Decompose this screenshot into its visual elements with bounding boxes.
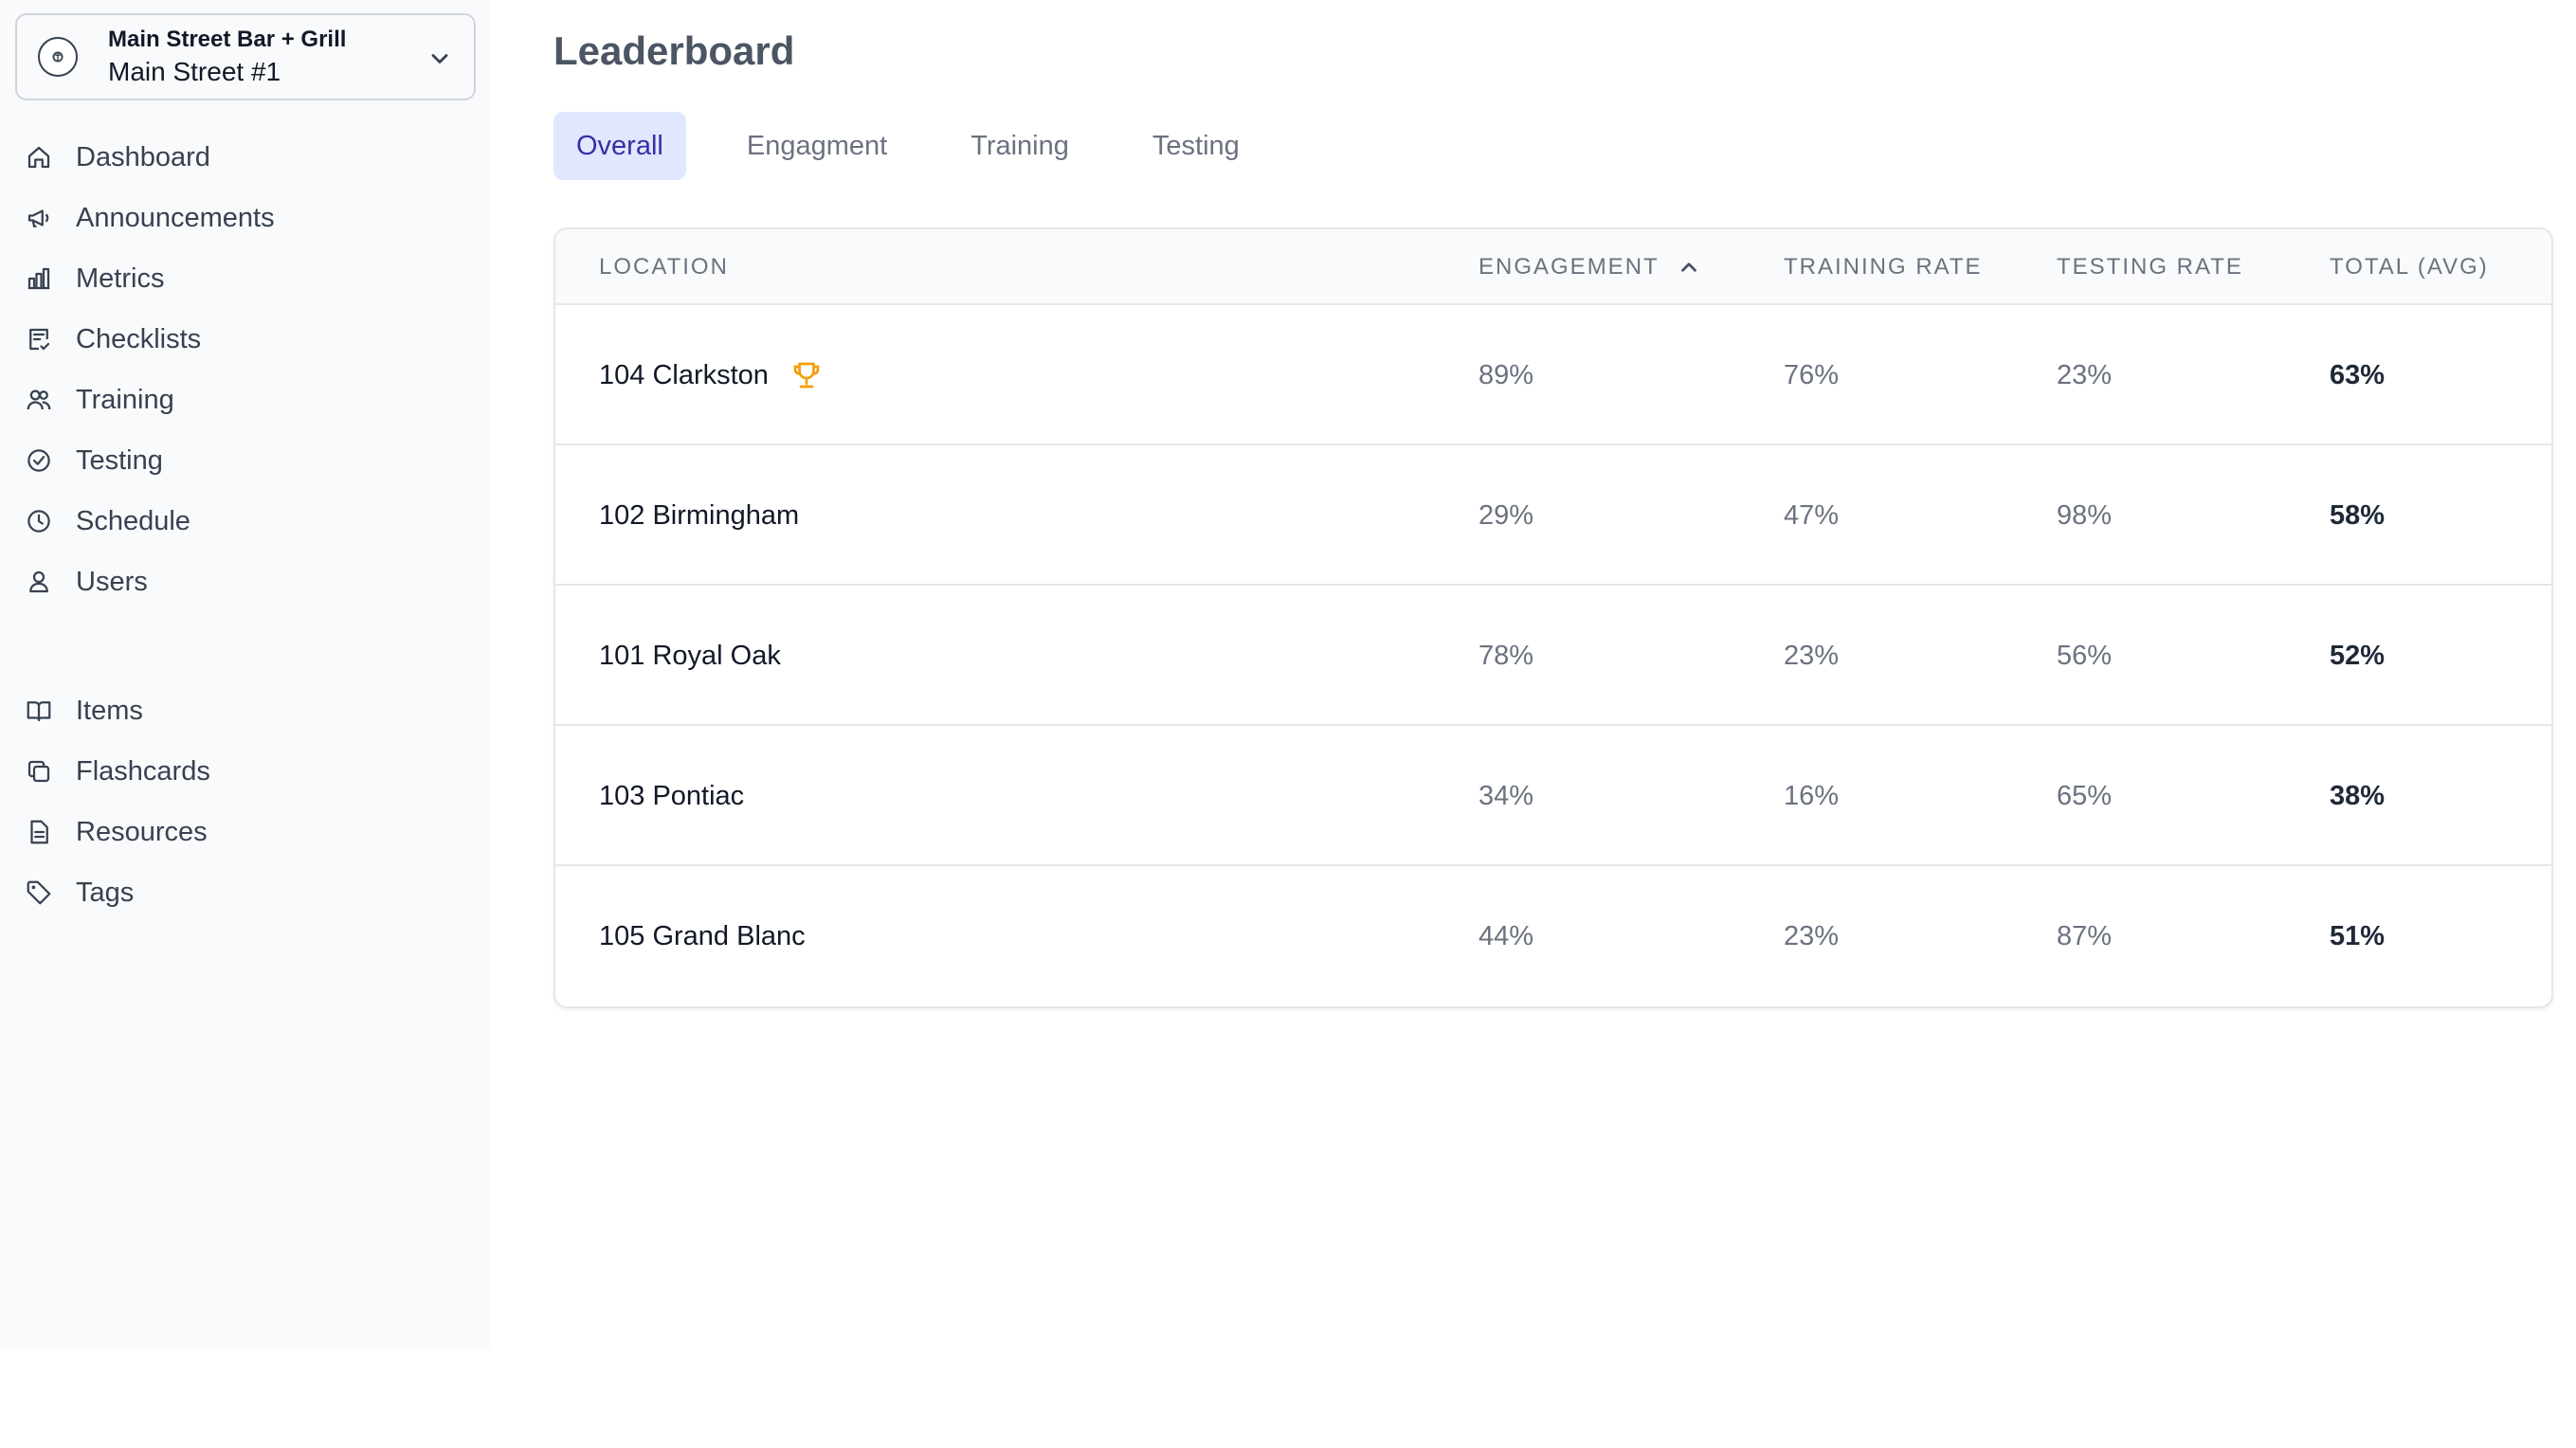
sidebar-item-label: Items bbox=[76, 696, 143, 727]
user-icon bbox=[23, 566, 55, 598]
clock-icon bbox=[23, 505, 55, 537]
sidebar-item-label: Announcements bbox=[76, 203, 275, 234]
sidebar-item-flashcards[interactable]: Flashcards bbox=[15, 741, 476, 802]
megaphone-icon bbox=[23, 202, 55, 234]
leaderboard-table: LOCATION ENGAGEMENT TRAINING RATE TESTIN… bbox=[553, 227, 2553, 1008]
engagement-cell: 29% bbox=[1478, 445, 1533, 586]
sidebar-item-label: Schedule bbox=[76, 506, 190, 537]
sidebar-item-items[interactable]: Items bbox=[15, 680, 476, 741]
restaurant-logo-icon bbox=[38, 37, 78, 77]
location-cell: 103 Pontiac bbox=[599, 726, 744, 866]
location-name: 104 Clarkston bbox=[599, 360, 769, 391]
testing-rate-cell: 65% bbox=[2057, 726, 2112, 866]
sidebar-item-tags[interactable]: Tags bbox=[15, 862, 476, 923]
checklist-icon bbox=[23, 323, 55, 355]
chevron-down-icon[interactable] bbox=[426, 45, 453, 72]
trophy-icon bbox=[789, 358, 824, 392]
column-header-engagement[interactable]: ENGAGEMENT bbox=[1478, 229, 1701, 305]
sidebar-item-label: Flashcards bbox=[76, 756, 210, 787]
column-header-label: TRAINING RATE bbox=[1784, 254, 1983, 281]
engagement-cell: 34% bbox=[1478, 726, 1533, 866]
engagement-cell: 44% bbox=[1478, 866, 1533, 1006]
sidebar-item-label: Metrics bbox=[76, 263, 164, 295]
check-circle-icon bbox=[23, 444, 55, 477]
table-row[interactable]: 104 Clarkston 89% 76% 23% 63% bbox=[555, 305, 2551, 445]
column-header-label: LOCATION bbox=[599, 254, 729, 281]
total-cell: 63% bbox=[2330, 305, 2385, 445]
home-icon bbox=[23, 141, 55, 173]
sidebar-item-training[interactable]: Training bbox=[15, 370, 476, 430]
tab-overall[interactable]: Overall bbox=[553, 112, 686, 180]
column-header-training-rate[interactable]: TRAINING RATE bbox=[1784, 229, 1983, 305]
column-header-label: ENGAGEMENT bbox=[1478, 254, 1660, 281]
chevron-up-icon[interactable] bbox=[1677, 255, 1701, 280]
location-name: Main Street Bar + Grill bbox=[108, 27, 346, 53]
location-cell: 102 Birmingham bbox=[599, 445, 799, 586]
page-title: Leaderboard bbox=[553, 28, 794, 74]
leaderboard-tabs: Overall Engagment Training Testing bbox=[553, 112, 1300, 180]
total-cell: 51% bbox=[2330, 866, 2385, 1006]
tab-testing[interactable]: Testing bbox=[1130, 112, 1262, 180]
sidebar-item-metrics[interactable]: Metrics bbox=[15, 248, 476, 309]
table-header: LOCATION ENGAGEMENT TRAINING RATE TESTIN… bbox=[555, 229, 2551, 305]
engagement-cell: 78% bbox=[1478, 586, 1533, 726]
location-switcher[interactable]: Main Street Bar + Grill Main Street #1 bbox=[15, 13, 476, 100]
table-row[interactable]: 105 Grand Blanc 44% 23% 87% 51% bbox=[555, 866, 2551, 1006]
total-cell: 38% bbox=[2330, 726, 2385, 866]
location-cell: 101 Royal Oak bbox=[599, 586, 781, 726]
training-rate-cell: 16% bbox=[1784, 726, 1839, 866]
tab-training[interactable]: Training bbox=[948, 112, 1092, 180]
book-icon bbox=[23, 695, 55, 727]
location-cell: 105 Grand Blanc bbox=[599, 866, 806, 1006]
tab-engagement[interactable]: Engagment bbox=[724, 112, 910, 180]
testing-rate-cell: 23% bbox=[2057, 305, 2112, 445]
sidebar-item-label: Resources bbox=[76, 817, 208, 848]
primary-nav: Dashboard Announcements Metrics Checklis… bbox=[15, 127, 476, 612]
engagement-cell: 89% bbox=[1478, 305, 1533, 445]
column-header-location[interactable]: LOCATION bbox=[599, 229, 729, 305]
sidebar-item-resources[interactable]: Resources bbox=[15, 802, 476, 862]
users-icon bbox=[23, 384, 55, 416]
sidebar-item-label: Tags bbox=[76, 878, 134, 909]
location-cell: 104 Clarkston bbox=[599, 305, 824, 445]
sidebar-item-testing[interactable]: Testing bbox=[15, 430, 476, 491]
bar-chart-icon bbox=[23, 262, 55, 295]
sidebar-item-label: Testing bbox=[76, 445, 163, 477]
column-header-label: TOTAL (AVG) bbox=[2330, 254, 2489, 281]
column-header-label: TESTING RATE bbox=[2057, 254, 2243, 281]
testing-rate-cell: 56% bbox=[2057, 586, 2112, 726]
sidebar-item-dashboard[interactable]: Dashboard bbox=[15, 127, 476, 188]
secondary-nav: Items Flashcards Resources Tags bbox=[15, 680, 476, 923]
sidebar-item-checklists[interactable]: Checklists bbox=[15, 309, 476, 370]
document-icon bbox=[23, 816, 55, 848]
training-rate-cell: 47% bbox=[1784, 445, 1839, 586]
sidebar: Main Street Bar + Grill Main Street #1 D… bbox=[0, 0, 491, 1349]
testing-rate-cell: 87% bbox=[2057, 866, 2112, 1006]
sidebar-item-schedule[interactable]: Schedule bbox=[15, 491, 476, 552]
sidebar-item-users[interactable]: Users bbox=[15, 552, 476, 612]
testing-rate-cell: 98% bbox=[2057, 445, 2112, 586]
sidebar-item-label: Users bbox=[76, 567, 148, 598]
cards-icon bbox=[23, 755, 55, 787]
table-row[interactable]: 101 Royal Oak 78% 23% 56% 52% bbox=[555, 586, 2551, 726]
sidebar-item-label: Dashboard bbox=[76, 142, 210, 173]
total-cell: 58% bbox=[2330, 445, 2385, 586]
total-cell: 52% bbox=[2330, 586, 2385, 726]
sidebar-item-label: Training bbox=[76, 385, 174, 416]
table-row[interactable]: 103 Pontiac 34% 16% 65% 38% bbox=[555, 726, 2551, 866]
training-rate-cell: 23% bbox=[1784, 866, 1839, 1006]
sidebar-item-label: Checklists bbox=[76, 324, 201, 355]
sidebar-item-announcements[interactable]: Announcements bbox=[15, 188, 476, 248]
column-header-testing-rate[interactable]: TESTING RATE bbox=[2057, 229, 2243, 305]
training-rate-cell: 23% bbox=[1784, 586, 1839, 726]
training-rate-cell: 76% bbox=[1784, 305, 1839, 445]
column-header-total[interactable]: TOTAL (AVG) bbox=[2330, 229, 2489, 305]
tag-icon bbox=[23, 877, 55, 909]
location-sub: Main Street #1 bbox=[108, 57, 281, 87]
table-row[interactable]: 102 Birmingham 29% 47% 98% 58% bbox=[555, 445, 2551, 586]
